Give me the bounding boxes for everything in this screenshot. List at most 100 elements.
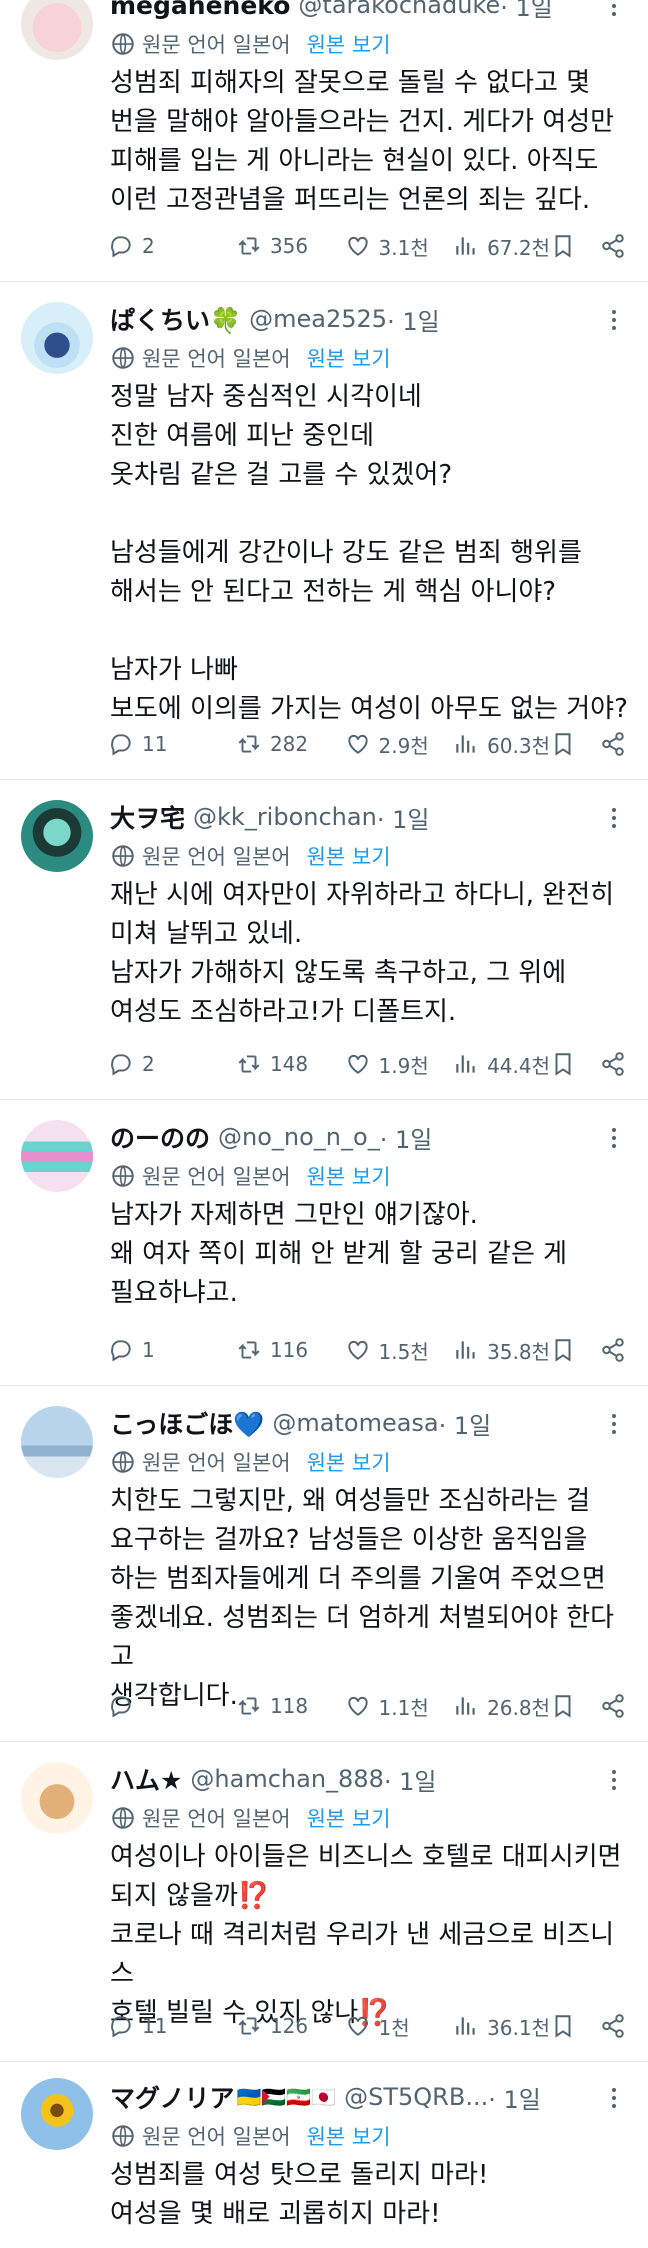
display-name[interactable]: こっほごほ💙 — [110, 1405, 264, 1441]
user-handle[interactable]: @no_no_n_o_ — [218, 1123, 380, 1151]
views-button[interactable]: 44.4천 — [453, 1050, 550, 1079]
repost-button[interactable]: 118 — [236, 1693, 345, 1719]
repost-button[interactable]: 148 — [236, 1051, 345, 1077]
more-dots-icon[interactable] — [600, 306, 628, 334]
bookmark-button[interactable] — [550, 1337, 576, 1363]
bar-chart-icon — [456, 237, 475, 255]
reply-button[interactable]: 2 — [108, 1051, 236, 1077]
tweet[interactable]: のーのの @no_no_n_o_ · 1일 원문 언어 일본어 원본 보기 남자… — [0, 1100, 648, 1386]
display-name[interactable]: ぱくちい🍀 — [110, 301, 241, 337]
views-button[interactable]: 35.8천 — [453, 1336, 550, 1365]
show-original-link[interactable]: 원본 보기 — [307, 841, 391, 871]
display-name[interactable]: のーのの — [110, 1119, 210, 1155]
like-button[interactable]: 3.1천 — [345, 232, 454, 261]
like-button[interactable]: 1천 — [345, 2012, 454, 2041]
share-button[interactable] — [600, 731, 626, 757]
more-dots-icon[interactable] — [600, 2084, 628, 2112]
user-handle[interactable]: @kk_ribonchan — [193, 803, 377, 831]
more-dots-icon[interactable] — [600, 1124, 628, 1152]
share-button[interactable] — [600, 1051, 626, 1077]
like-button[interactable]: 1.5천 — [345, 1336, 454, 1365]
timestamp[interactable]: · 1일 — [384, 1762, 437, 1797]
tweet-header: ハム★ @hamchan_888 · 1일 — [110, 1760, 628, 1798]
bookmark-button[interactable] — [550, 2013, 576, 2039]
more-dots-icon[interactable] — [600, 0, 628, 20]
tweet[interactable]: ぱくちい🍀 @mea2525 · 1일 원문 언어 일본어 원본 보기 정말 남… — [0, 282, 648, 780]
timestamp[interactable]: · 1일 — [377, 800, 430, 835]
heart-icon — [347, 2016, 368, 2036]
reply-button[interactable]: 1 — [108, 1337, 236, 1363]
user-handle[interactable]: @tarakochaduke — [298, 0, 500, 19]
globe-translate-icon — [112, 2125, 134, 2147]
share-button[interactable] — [600, 1337, 626, 1363]
reply-button[interactable]: 2 — [108, 233, 236, 259]
display-name[interactable]: 大ヲ宅 — [110, 799, 185, 835]
timestamp[interactable]: · 1일 — [387, 302, 440, 337]
like-button[interactable]: 1.1천 — [345, 1692, 454, 1721]
user-handle[interactable]: @hamchan_888 — [190, 1765, 383, 1793]
repost-arrows-icon — [238, 1697, 260, 1715]
reply-button[interactable]: 11 — [108, 2013, 236, 2039]
repost-button[interactable]: 282 — [236, 731, 345, 757]
bookmark-button[interactable] — [550, 233, 576, 259]
avatar[interactable] — [21, 1120, 93, 1192]
views-button[interactable]: 36.1천 — [453, 2012, 550, 2041]
bar-chart-icon — [456, 735, 475, 753]
share-button[interactable] — [600, 233, 626, 259]
views-button[interactable]: 67.2천 — [453, 232, 550, 261]
reply-button[interactable] — [108, 1693, 236, 1719]
speech-bubble-icon — [111, 2016, 131, 2038]
action-bar: 1 116 1.5천 35.8천 — [108, 1330, 626, 1370]
share-button[interactable] — [600, 2013, 626, 2039]
display-name[interactable]: マグノリア — [110, 2079, 235, 2115]
show-original-link[interactable]: 원본 보기 — [307, 1447, 391, 1477]
timestamp[interactable]: · 1일 — [500, 0, 553, 23]
tweet[interactable]: megaheneko @tarakochaduke · 1일 원문 언어 일본어… — [0, 0, 648, 282]
tweet[interactable]: マグノリア 🇺🇦🇵🇸🇮🇷🇯🇵 @ST5QRB... · 1일 원문 언어 일본어… — [0, 2062, 648, 2248]
more-dots-icon[interactable] — [600, 804, 628, 832]
avatar[interactable] — [21, 302, 93, 374]
user-handle[interactable]: @ST5QRB... — [344, 2083, 488, 2111]
share-button[interactable] — [600, 1693, 626, 1719]
timestamp[interactable]: · 1일 — [380, 1120, 433, 1155]
timestamp[interactable]: · 1일 — [439, 1406, 492, 1441]
tweet-text: 여성이나 아이들은 비즈니스 호텔로 대피시키면 되지 않을까⁉️ 코로나 때 … — [110, 1842, 622, 2028]
repost-button[interactable]: 116 — [236, 1337, 345, 1363]
like-button[interactable]: 2.9천 — [345, 730, 454, 759]
bar-chart-icon — [456, 2017, 475, 2035]
avatar[interactable] — [21, 1406, 93, 1478]
views-button[interactable]: 26.8천 — [453, 1692, 550, 1721]
translation-bar: 원문 언어 일본어 원본 보기 — [110, 836, 628, 876]
repost-button[interactable]: 356 — [236, 233, 345, 259]
bookmark-button[interactable] — [550, 1051, 576, 1077]
tweet[interactable]: ハム★ @hamchan_888 · 1일 원문 언어 일본어 원본 보기 여성… — [0, 1742, 648, 2062]
show-original-link[interactable]: 원본 보기 — [307, 2121, 391, 2151]
display-name[interactable]: megaheneko — [110, 0, 290, 20]
repost-button[interactable]: 126 — [236, 2013, 345, 2039]
show-original-link[interactable]: 원본 보기 — [307, 1803, 391, 1833]
tweet[interactable]: こっほごほ💙 @matomeasa · 1일 원문 언어 일본어 원본 보기 치… — [0, 1386, 648, 1742]
tweet[interactable]: 大ヲ宅 @kk_ribonchan · 1일 원문 언어 일본어 원본 보기 재… — [0, 780, 648, 1100]
display-name[interactable]: ハム★ — [110, 1761, 182, 1797]
repost-arrows-icon — [238, 2017, 260, 2035]
timestamp[interactable]: · 1일 — [488, 2080, 541, 2115]
bookmark-button[interactable] — [550, 731, 576, 757]
bookmark-button[interactable] — [550, 1693, 576, 1719]
views-button[interactable]: 60.3천 — [453, 730, 550, 759]
reply-count: 1 — [142, 1338, 155, 1362]
avatar[interactable] — [21, 800, 93, 872]
reply-button[interactable]: 11 — [108, 731, 236, 757]
user-handle[interactable]: @matomeasa — [272, 1409, 438, 1437]
like-button[interactable]: 1.9천 — [345, 1050, 454, 1079]
more-dots-icon[interactable] — [600, 1410, 628, 1438]
avatar[interactable] — [21, 1762, 93, 1834]
show-original-link[interactable]: 원본 보기 — [307, 29, 391, 59]
user-handle[interactable]: @mea2525 — [249, 305, 387, 333]
avatar[interactable] — [21, 2078, 93, 2150]
tweet-header: ぱくちい🍀 @mea2525 · 1일 — [110, 300, 628, 338]
more-dots-icon[interactable] — [600, 1766, 628, 1794]
show-original-link[interactable]: 원본 보기 — [307, 1161, 391, 1191]
avatar[interactable] — [21, 0, 93, 60]
show-original-link[interactable]: 원본 보기 — [307, 343, 391, 373]
globe-translate-icon — [112, 845, 134, 867]
